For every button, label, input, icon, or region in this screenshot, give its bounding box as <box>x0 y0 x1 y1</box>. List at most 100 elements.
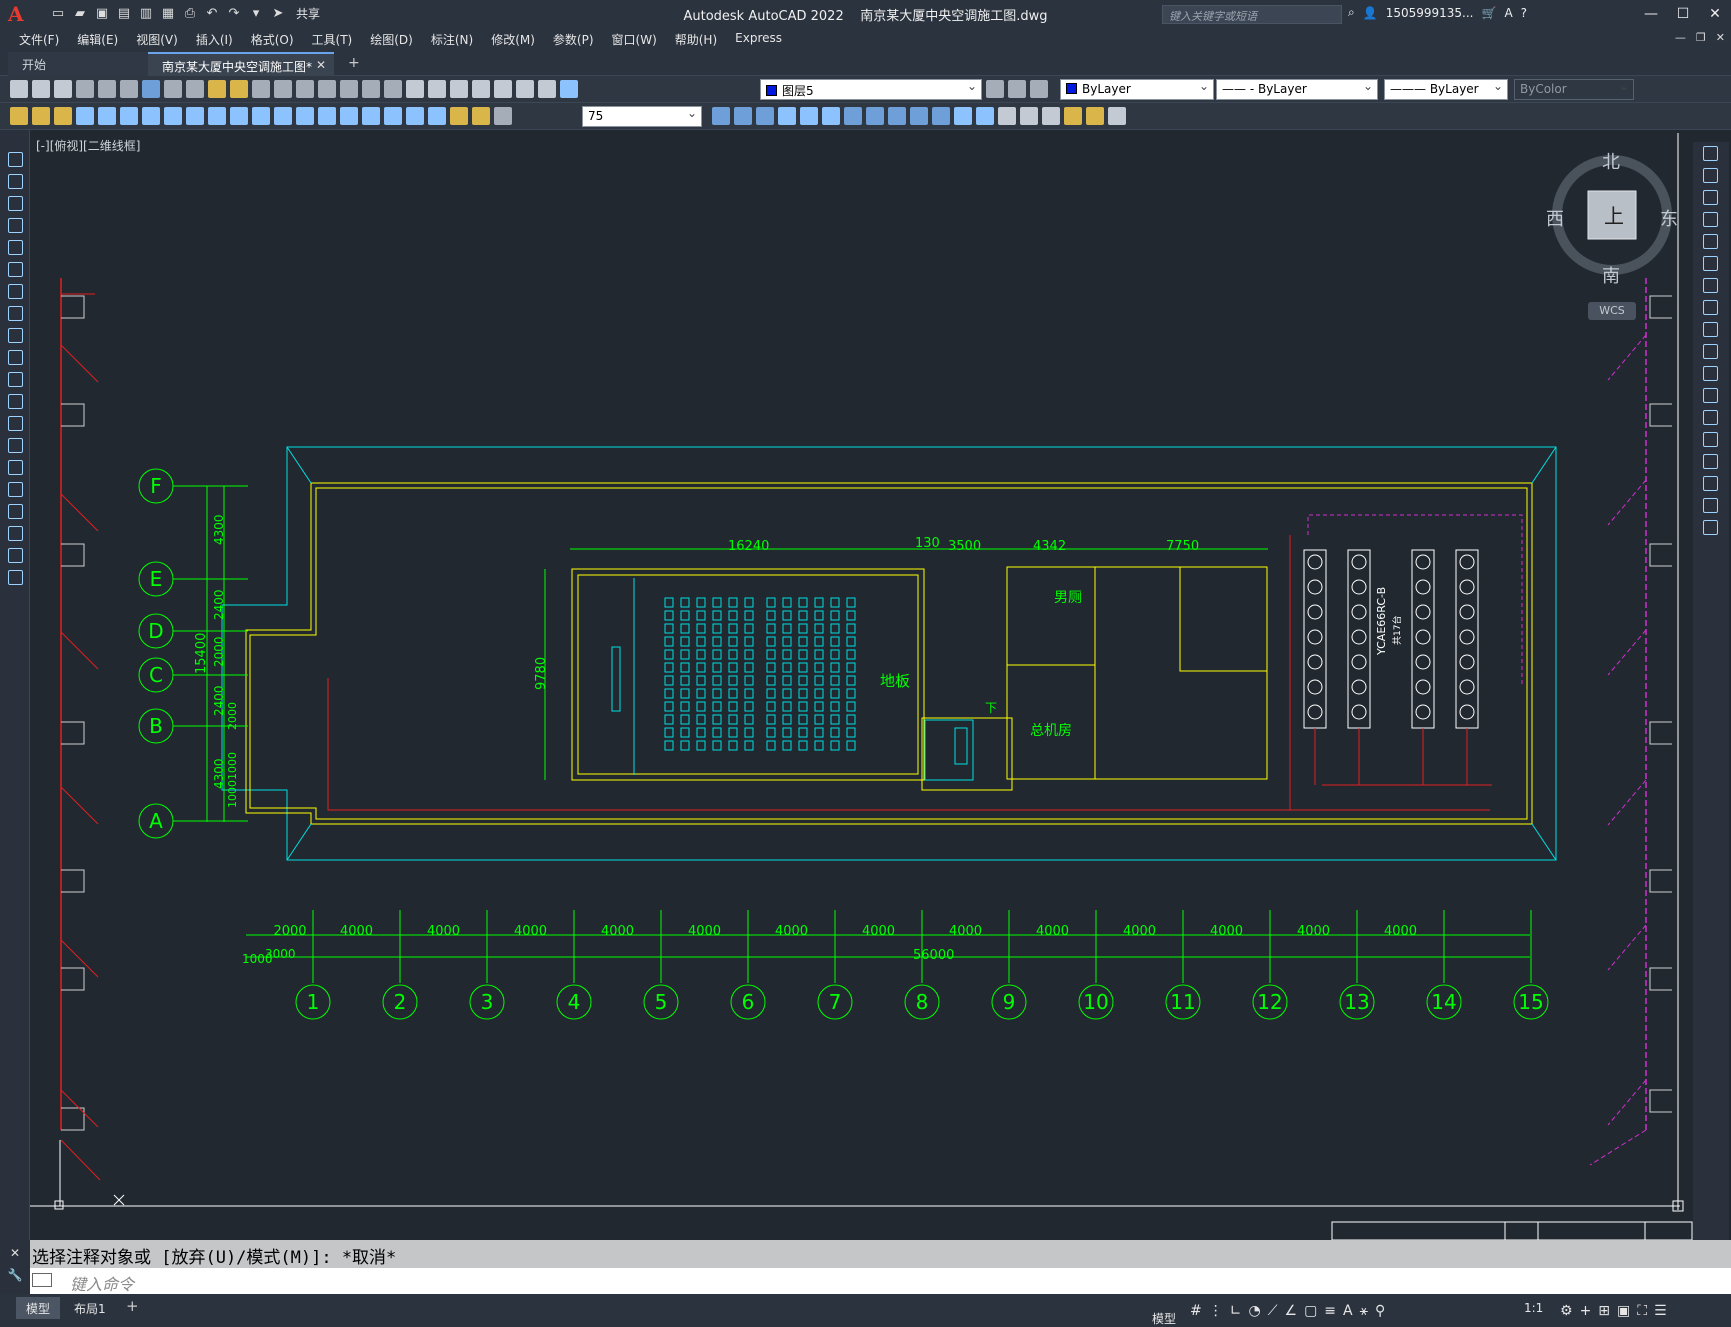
minimize-button[interactable]: — <box>1635 0 1667 28</box>
annotation-monitor-icon[interactable]: + <box>1580 1303 1592 1319</box>
ordinate-dim-icon[interactable] <box>142 107 160 125</box>
menu-view[interactable]: 视图(V) <box>127 28 187 50</box>
jogged-linear-icon[interactable] <box>428 107 446 125</box>
laythw-icon[interactable] <box>1086 107 1104 125</box>
layuniso-icon[interactable] <box>1042 107 1060 125</box>
make-current-icon[interactable] <box>986 80 1004 98</box>
help-icon[interactable]: ? <box>1521 6 1527 20</box>
menu-tools[interactable]: 工具(T) <box>303 28 362 50</box>
menu-help[interactable]: 帮助(H) <box>666 28 726 50</box>
xref-icon[interactable] <box>778 107 796 125</box>
explode-icon[interactable] <box>1703 520 1718 535</box>
design-center-icon[interactable] <box>428 80 446 98</box>
keyword-search-input[interactable]: 键入关键字或短语 <box>1162 5 1342 24</box>
drawing-canvas[interactable] <box>30 130 1693 1240</box>
match-properties-icon[interactable] <box>230 80 248 98</box>
arc-icon[interactable] <box>8 262 23 277</box>
clean-screen-icon[interactable]: ⛶ <box>1637 1303 1647 1319</box>
viewcube-west[interactable]: 西 <box>1546 205 1564 231</box>
lineweight-dropdown[interactable]: ——— ByLayer <box>1384 79 1508 100</box>
attach-icon[interactable] <box>800 107 818 125</box>
qnew-icon[interactable] <box>10 80 28 98</box>
snap-icon[interactable]: ⋮ <box>1209 1303 1223 1319</box>
menu-draw[interactable]: 绘图(D) <box>361 28 422 50</box>
rotate-icon[interactable] <box>1703 278 1718 293</box>
trim-icon[interactable] <box>1703 344 1718 359</box>
zoom-realtime-icon[interactable] <box>340 80 358 98</box>
viewcube-north[interactable]: 北 <box>1602 148 1620 174</box>
wcs-menu[interactable]: WCS <box>1588 302 1636 320</box>
quick-properties-icon[interactable]: ▣ <box>1617 1303 1630 1319</box>
offset-icon[interactable] <box>1703 212 1718 227</box>
baseline-dim-icon[interactable] <box>274 107 292 125</box>
line-icon[interactable] <box>8 152 23 167</box>
open-icon[interactable] <box>32 80 50 98</box>
doc-minimize-icon[interactable]: — <box>1675 31 1686 44</box>
tab-drawing[interactable]: 南京某大厦中央空调施工图* ✕ <box>148 52 334 76</box>
workspace-gear-icon[interactable]: ⚙ <box>1560 1303 1573 1319</box>
3d-dwf-icon[interactable] <box>142 80 160 98</box>
color-dropdown[interactable]: ByLayer <box>1060 79 1214 100</box>
tab-start[interactable]: 开始 <box>8 52 148 76</box>
close-tab-icon[interactable]: ✕ <box>316 58 326 72</box>
preview-icon[interactable] <box>98 80 116 98</box>
autodesk-app-icon[interactable]: A <box>1504 6 1512 20</box>
extend-icon[interactable] <box>1703 366 1718 381</box>
insert-block-icon[interactable] <box>954 107 972 125</box>
join-icon[interactable] <box>1703 432 1718 447</box>
polyline-icon[interactable] <box>8 196 23 211</box>
center-mark-icon[interactable] <box>384 107 402 125</box>
block-editor-icon[interactable] <box>252 80 270 98</box>
insert-block-draw-icon[interactable] <box>8 394 23 409</box>
group-icon[interactable] <box>844 107 862 125</box>
lineweight-icon[interactable]: ≡ <box>1324 1303 1336 1319</box>
layer-previous-icon[interactable] <box>1008 80 1026 98</box>
help-tool-icon[interactable] <box>538 80 556 98</box>
doc-restore-icon[interactable]: ❐ <box>1696 31 1706 44</box>
plot-icon[interactable] <box>76 80 94 98</box>
polar-icon[interactable]: ◔ <box>1248 1303 1260 1319</box>
layoff-icon[interactable] <box>1064 107 1082 125</box>
viewcube-east[interactable]: 东 <box>1660 205 1678 231</box>
break-at-point-icon[interactable] <box>1703 388 1718 403</box>
table-style-icon[interactable] <box>32 107 50 125</box>
plotstyle-dropdown[interactable]: ByColor <box>1514 79 1634 100</box>
mleader-icon[interactable] <box>54 107 72 125</box>
viewcube-top[interactable]: 上 <box>1604 200 1624 229</box>
viewport-controls-label[interactable]: [-][俯视][二维线框] <box>36 137 140 154</box>
draworder-front-icon[interactable] <box>712 107 730 125</box>
menu-modify[interactable]: 修改(M) <box>482 28 544 50</box>
break-icon[interactable] <box>1703 410 1718 425</box>
dim-break-icon[interactable] <box>340 107 358 125</box>
arc-length-icon[interactable] <box>120 107 138 125</box>
viewcube-south[interactable]: 南 <box>1602 262 1620 288</box>
diameter-dim-icon[interactable] <box>208 107 226 125</box>
array-icon[interactable] <box>1703 234 1718 249</box>
customize-icon[interactable]: 🔧 <box>0 1260 30 1282</box>
construction-line-icon[interactable] <box>8 174 23 189</box>
menu-express[interactable]: Express <box>726 28 791 50</box>
recent-commands-icon[interactable] <box>32 1273 52 1287</box>
user-icon[interactable]: 👤 <box>1363 6 1378 20</box>
save-tool-icon[interactable] <box>54 80 72 98</box>
mirror-icon[interactable] <box>1703 190 1718 205</box>
osnap-tracking-icon[interactable]: ∠ <box>1285 1303 1298 1319</box>
layer-dropdown[interactable]: 图层5 <box>760 79 982 100</box>
cart-icon[interactable]: 🛒 <box>1481 6 1496 20</box>
dim-text-edit-icon[interactable] <box>472 107 490 125</box>
units-icon[interactable]: ⊞ <box>1598 1303 1610 1319</box>
markup-icon[interactable] <box>494 80 512 98</box>
copy-icon[interactable] <box>186 80 204 98</box>
aligned-dim-icon[interactable] <box>98 107 116 125</box>
radius-dim-icon[interactable] <box>164 107 182 125</box>
cut-icon[interactable] <box>164 80 182 98</box>
menu-insert[interactable]: 插入(I) <box>187 28 242 50</box>
menu-file[interactable]: 文件(F) <box>10 28 68 50</box>
quick-dim-icon[interactable] <box>252 107 270 125</box>
doc-close-icon[interactable]: ✕ <box>1716 31 1725 44</box>
block-icon[interactable] <box>932 107 950 125</box>
move-icon[interactable] <box>1703 256 1718 271</box>
qleader-icon[interactable] <box>10 107 28 125</box>
circle-icon[interactable] <box>8 284 23 299</box>
tab-layout1[interactable]: 布局1 <box>64 1297 116 1319</box>
